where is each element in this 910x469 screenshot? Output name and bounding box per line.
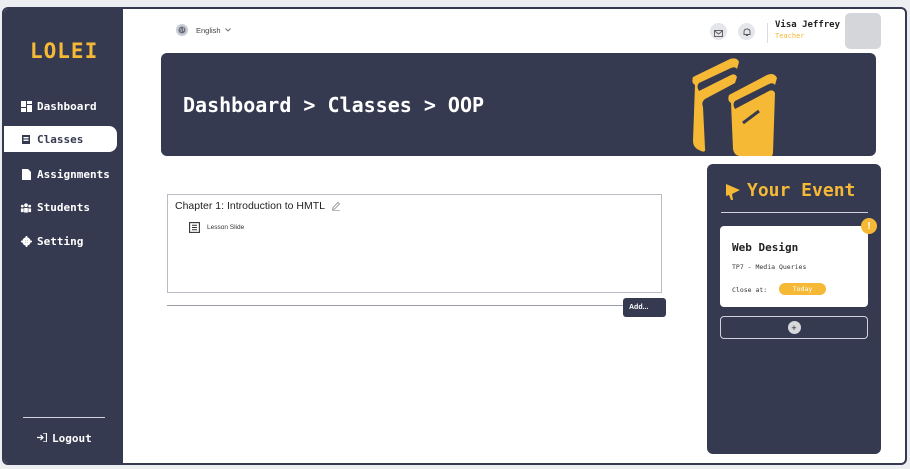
books-illustration [692, 58, 777, 156]
chapter-title-text: Chapter 1: Introduction to HMTL [175, 200, 325, 212]
megaphone-icon [725, 182, 741, 200]
mail-button[interactable] [710, 23, 727, 40]
plus-icon: + [787, 321, 801, 334]
mail-icon [714, 22, 723, 41]
sidebar-item-label: Assignments [37, 167, 110, 181]
app-frame: LOLEI Dashboard Classes Assignments Stud… [2, 7, 907, 465]
book-icon [20, 133, 32, 145]
page-banner: Dashboard > Classes > OOP [161, 53, 876, 156]
file-icon [20, 168, 32, 180]
sidebar-divider [23, 417, 105, 418]
user-role: Teacher [775, 32, 805, 40]
sidebar: LOLEI Dashboard Classes Assignments Stud… [4, 9, 123, 463]
events-divider [721, 212, 868, 213]
events-panel: Your Event Web Design TP7 - Media Querie… [707, 164, 881, 454]
event-close-label: Close at: [732, 286, 768, 294]
sidebar-item-setting[interactable]: Setting [4, 228, 117, 254]
users-icon [20, 201, 32, 213]
chapter-card: Chapter 1: Introduction to HMTL Lesson S… [167, 194, 662, 293]
user-name: Visa Jeffrey [775, 20, 841, 30]
sidebar-item-label: Dashboard [37, 99, 97, 113]
dashboard-icon [20, 100, 32, 112]
globe-icon [176, 24, 188, 36]
events-heading: Your Event [725, 180, 855, 201]
document-icon [189, 222, 200, 233]
events-heading-text: Your Event [747, 180, 856, 201]
sidebar-item-classes[interactable]: Classes [4, 126, 117, 152]
chevron-down-icon [224, 27, 231, 34]
pencil-icon[interactable] [331, 201, 341, 211]
avatar[interactable] [845, 13, 881, 49]
breadcrumb: Dashboard > Classes > OOP [183, 93, 485, 117]
logout-icon [37, 432, 48, 445]
sidebar-item-label: Classes [37, 132, 84, 146]
add-event-button[interactable]: + [720, 316, 868, 339]
event-title: Web Design [732, 241, 799, 254]
content-divider [167, 305, 624, 306]
event-card[interactable]: Web Design TP7 - Media Queries Close at:… [720, 226, 868, 307]
lesson-item[interactable]: Lesson Slide [189, 222, 244, 233]
gear-icon [20, 235, 32, 247]
event-due-badge: Today [779, 283, 826, 295]
lesson-label: Lesson Slide [207, 224, 245, 231]
chapter-title: Chapter 1: Introduction to HMTL [175, 200, 341, 212]
logout-button[interactable]: Logout [37, 432, 92, 445]
add-button[interactable]: Add... [623, 298, 666, 317]
logo: LOLEI [30, 39, 99, 63]
sidebar-item-assignments[interactable]: Assignments [4, 161, 117, 187]
logout-label: Logout [52, 432, 92, 445]
language-label: English [196, 25, 221, 35]
notification-button[interactable] [738, 23, 755, 40]
sidebar-item-dashboard[interactable]: Dashboard [4, 93, 117, 119]
sidebar-item-label: Setting [37, 234, 84, 248]
bell-icon [743, 22, 751, 41]
event-subtitle: TP7 - Media Queries [732, 263, 807, 271]
user-divider [767, 23, 768, 43]
sidebar-item-students[interactable]: Students [4, 194, 117, 220]
language-selector[interactable]: English [176, 24, 231, 36]
alert-badge: ! [861, 218, 877, 234]
sidebar-item-label: Students [37, 200, 90, 214]
